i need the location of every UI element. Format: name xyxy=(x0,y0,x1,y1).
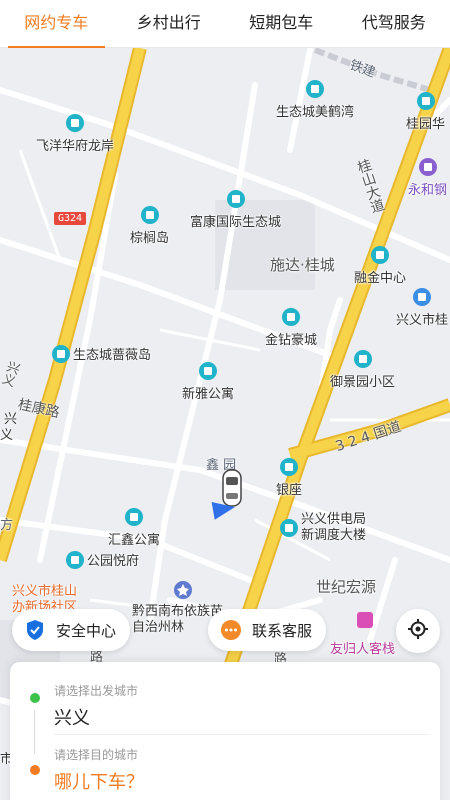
safety-center-label: 安全中心 xyxy=(56,621,117,640)
chat-icon xyxy=(220,619,242,641)
poi-gongyuan-yuefu[interactable]: 公园悦府 xyxy=(66,550,139,569)
locate-icon xyxy=(407,618,429,644)
building-pin-icon xyxy=(66,114,84,132)
poi-huixin[interactable]: 汇鑫公寓 xyxy=(108,508,160,548)
shop-pin-icon xyxy=(418,158,437,176)
shield-icon xyxy=(24,619,46,641)
poi-feiyang-huafu[interactable]: 飞洋华府龙岸 xyxy=(36,114,114,154)
trip-card: 请选择出发城市 兴义 请选择目的城市 哪儿下车？ xyxy=(10,662,440,800)
contact-service-button[interactable]: 联系客服 xyxy=(208,609,327,651)
destination-hint: 请选择目的城市 xyxy=(54,748,139,762)
origin-city-value: 兴义 xyxy=(54,708,90,729)
poi-rongjin[interactable]: 融金中心 xyxy=(354,246,406,286)
service-tabs: 网约专车 乡村出行 短期包车 代驾服务 xyxy=(0,0,450,48)
tab-designated-driver[interactable]: 代驾服务 xyxy=(338,0,450,48)
locate-button[interactable] xyxy=(396,609,440,653)
building-pin-icon xyxy=(125,508,143,526)
building-pin-icon xyxy=(140,206,159,224)
poi-yinzuo[interactable]: 银座 xyxy=(276,458,302,498)
building-pin-icon xyxy=(306,80,324,98)
divider xyxy=(54,734,430,735)
building-pin-icon xyxy=(416,92,435,110)
building-pin-icon xyxy=(353,350,372,368)
poi-shengtaicheng-meihewan[interactable]: 生态城美鹤湾 xyxy=(276,80,354,120)
map-fragment-fang: 方 xyxy=(0,518,14,533)
tab-online-car[interactable]: 网约专车 xyxy=(0,0,113,48)
poi-yujingyuan[interactable]: 御景园小区 xyxy=(330,350,395,390)
destination-value: 哪儿下车？ xyxy=(54,772,144,793)
g324-shield: G324 xyxy=(54,212,87,225)
building-pin-icon xyxy=(280,519,298,537)
building-pin-icon xyxy=(280,458,298,476)
tab-short-charter[interactable]: 短期包车 xyxy=(225,0,338,48)
destination-city-row[interactable]: 请选择目的城市 哪儿下车？ xyxy=(10,746,440,794)
poi-shida-guicheng: 施达·桂城 xyxy=(270,256,335,274)
building-pin-icon xyxy=(199,362,217,380)
poi-zonglvdao[interactable]: 棕榈岛 xyxy=(130,206,169,246)
building-pin-icon xyxy=(66,550,84,569)
poi-shengtai-qiangweidao[interactable]: 生态城蔷薇岛 xyxy=(52,344,151,363)
poi-gongdian[interactable]: 兴义供电局 新调度大楼 xyxy=(280,512,366,544)
map-fragment-yi: 义 xyxy=(0,428,14,443)
poi-fukang[interactable]: 富康国际生态城 xyxy=(190,190,281,230)
current-location-arrow xyxy=(211,498,237,520)
origin-hint: 请选择出发城市 xyxy=(54,684,139,698)
poi-youguiren: 友归人客栈 xyxy=(330,642,396,657)
poi-yonghe[interactable]: 永和钢 xyxy=(408,158,447,198)
building-pin-icon xyxy=(226,190,245,208)
origin-city-row[interactable]: 请选择出发城市 兴义 xyxy=(10,682,440,730)
building-pin-icon xyxy=(371,246,389,264)
culture-pin-icon xyxy=(413,288,431,306)
poi-xinya[interactable]: 新雅公寓 xyxy=(182,362,234,402)
poi-shiji-hongyuan: 世纪宏源 xyxy=(316,578,377,596)
building-pin-icon xyxy=(52,344,70,363)
poi-jinzuan[interactable]: 金钻豪城 xyxy=(265,308,317,348)
contact-service-label: 联系客服 xyxy=(252,621,313,640)
building-pin-icon xyxy=(282,308,300,326)
tab-rural-travel[interactable]: 乡村出行 xyxy=(113,0,226,48)
poi-xingyi-gui[interactable]: 兴义市桂 xyxy=(396,288,448,328)
poi-guiyuan[interactable]: 桂园华 xyxy=(406,92,445,132)
safety-center-button[interactable]: 安全中心 xyxy=(12,609,131,651)
